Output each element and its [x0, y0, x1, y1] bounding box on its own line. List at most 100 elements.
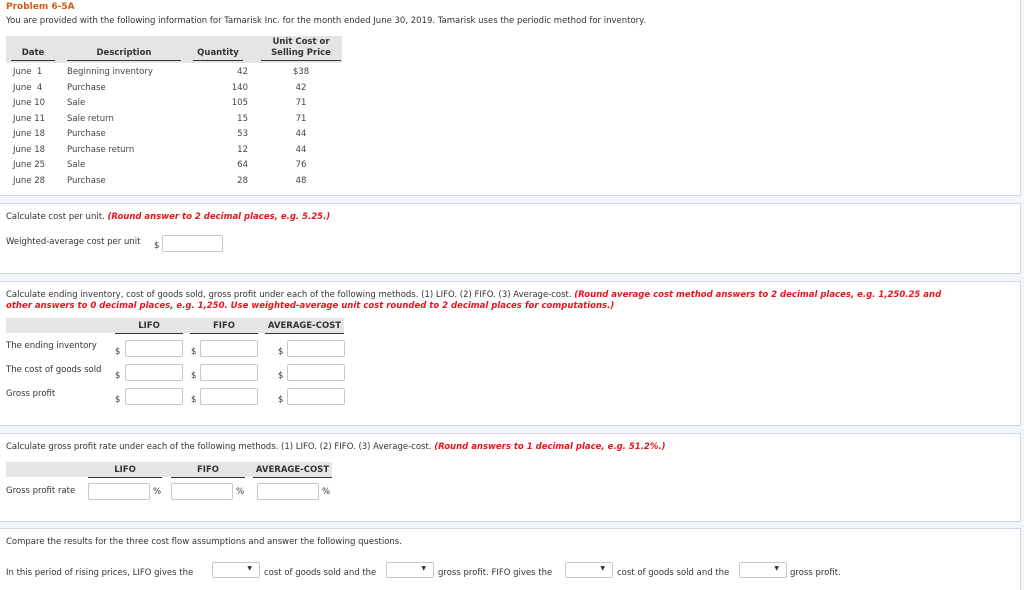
- methods-panel: Calculate ending inventory, cost of good…: [0, 281, 1021, 426]
- part1-instruction-text: Calculate cost per unit.: [6, 212, 105, 222]
- row-quantity: 28: [237, 175, 248, 186]
- row-quantity: 15: [237, 113, 248, 124]
- part3-instruction-text: Calculate gross profit rate under each o…: [6, 442, 432, 452]
- row-3-fifo-input[interactable]: [200, 388, 258, 405]
- row-price: $38: [292, 67, 310, 77]
- row-quantity: 140: [231, 82, 248, 93]
- part2-hint-line2: other answers to 0 decimal places, e.g. …: [6, 301, 615, 311]
- row-date: June 11: [13, 113, 46, 124]
- cost-per-unit-panel: Calculate cost per unit. (Round answer t…: [0, 203, 1021, 274]
- currency-symbol: $: [278, 371, 284, 381]
- comparison-panel: Compare the results for the three cost f…: [0, 528, 1021, 590]
- col-header-quantity: Quantity: [193, 48, 243, 61]
- row-1-fifo-input[interactable]: [200, 340, 258, 357]
- row-date: June 18: [13, 144, 46, 155]
- row-description: Beginning inventory: [67, 67, 153, 77]
- row-price: 71: [295, 113, 307, 124]
- row-1-average-input[interactable]: [287, 340, 345, 357]
- col-header-lifo: LIFO: [115, 321, 183, 334]
- sentence-seg3: gross profit. FIFO gives the: [438, 568, 553, 578]
- row-quantity: 12: [237, 144, 248, 155]
- row-description: Purchase: [67, 129, 106, 139]
- col-header-description: Description: [67, 48, 181, 61]
- problem-title: Problem 6-5A: [6, 2, 75, 12]
- row-3-average-input[interactable]: [287, 388, 345, 405]
- row-quantity: 53: [237, 129, 248, 139]
- row-description: Purchase return: [67, 144, 135, 155]
- row-date: June 4: [13, 82, 43, 93]
- row-2-lifo-input[interactable]: [125, 364, 183, 381]
- row-price: 42: [295, 82, 307, 93]
- row-date: June 18: [13, 129, 46, 139]
- currency-symbol: $: [278, 395, 284, 405]
- chevron-down-icon: ▼: [247, 565, 252, 572]
- row-price: 44: [295, 129, 307, 139]
- col-header-average-cost: AVERAGE-COST: [265, 321, 344, 334]
- fifo-cogs-dropdown[interactable]: ▼: [565, 562, 613, 578]
- row-date: June 1: [13, 67, 43, 77]
- currency-symbol: $: [154, 241, 160, 251]
- part1-hint: (Round answer to 2 decimal places, e.g. …: [107, 212, 331, 222]
- percent-sign: %: [322, 487, 331, 497]
- sentence-seg1: In this period of rising prices, LIFO gi…: [6, 568, 194, 578]
- part2-instruction-text: Calculate ending inventory, cost of good…: [6, 290, 572, 300]
- sentence-seg4: cost of goods sold and the: [617, 568, 730, 578]
- row-date: June 28: [13, 175, 46, 186]
- currency-symbol: $: [191, 371, 197, 381]
- row-1-lifo-input[interactable]: [125, 340, 183, 357]
- gross-profit-rate-lifo-input[interactable]: [88, 483, 150, 500]
- row-price: 44: [295, 144, 307, 155]
- row-quantity: 105: [231, 98, 248, 108]
- rate-col-header-fifo: FIFO: [171, 465, 245, 478]
- col-header-unit-cost-line2: Selling Price: [271, 48, 331, 58]
- sentence-seg2: cost of goods sold and the: [264, 568, 377, 578]
- row-label: The ending inventory: [6, 341, 97, 351]
- percent-sign: %: [236, 487, 245, 497]
- part1-instruction: Calculate cost per unit. (Round answer t…: [6, 212, 330, 222]
- row-description: Sale: [67, 160, 86, 170]
- col-header-unit-cost-line1: Unit Cost or: [272, 37, 330, 47]
- col-header-date: Date: [11, 48, 55, 61]
- currency-symbol: $: [278, 347, 284, 357]
- sentence-seg5: gross profit.: [790, 568, 841, 578]
- currency-symbol: $: [115, 347, 121, 357]
- row-date: June 25: [13, 160, 46, 170]
- col-header-fifo: FIFO: [190, 321, 258, 334]
- gross-profit-rate-panel: Calculate gross profit rate under each o…: [0, 433, 1021, 522]
- row-label: Gross profit: [6, 389, 56, 399]
- problem-intro: You are provided with the following info…: [6, 16, 646, 26]
- row-price: 48: [295, 175, 307, 186]
- weighted-average-cost-input[interactable]: [162, 235, 223, 252]
- part3-hint: (Round answers to 1 decimal place, e.g. …: [434, 442, 666, 452]
- lifo-cogs-dropdown[interactable]: ▼: [212, 562, 260, 578]
- col-header-unit-cost: Unit Cost or Selling Price: [261, 37, 341, 61]
- row-quantity: 64: [237, 160, 248, 170]
- currency-symbol: $: [191, 347, 197, 357]
- fifo-gross-profit-dropdown[interactable]: ▼: [739, 562, 787, 578]
- currency-symbol: $: [191, 395, 197, 405]
- chevron-down-icon: ▼: [600, 565, 605, 572]
- row-description: Sale: [67, 98, 86, 108]
- row-label: The cost of goods sold: [6, 365, 102, 375]
- row-price: 76: [295, 160, 307, 170]
- lifo-gross-profit-dropdown[interactable]: ▼: [386, 562, 434, 578]
- rate-col-header-average-cost: AVERAGE-COST: [253, 465, 332, 478]
- row-3-lifo-input[interactable]: [125, 388, 183, 405]
- gross-profit-rate-fifo-input[interactable]: [171, 483, 233, 500]
- part2-hint-line1: (Round average cost method answers to 2 …: [574, 290, 942, 300]
- row-description: Purchase: [67, 175, 106, 186]
- currency-symbol: $: [115, 371, 121, 381]
- percent-sign: %: [153, 487, 162, 497]
- gross-profit-rate-average-input[interactable]: [257, 483, 319, 500]
- part4-instruction: Compare the results for the three cost f…: [6, 537, 402, 547]
- weighted-average-label: Weighted-average cost per unit: [6, 237, 141, 247]
- row-2-average-input[interactable]: [287, 364, 345, 381]
- row-date: June 10: [13, 98, 46, 108]
- row-2-fifo-input[interactable]: [200, 364, 258, 381]
- rate-col-header-lifo: LIFO: [88, 465, 162, 478]
- currency-symbol: $: [115, 395, 121, 405]
- row-description: Sale return: [67, 113, 114, 124]
- gross-profit-rate-label: Gross profit rate: [6, 486, 76, 496]
- chevron-down-icon: ▼: [421, 565, 426, 572]
- part2-instruction: Calculate ending inventory, cost of good…: [6, 290, 941, 300]
